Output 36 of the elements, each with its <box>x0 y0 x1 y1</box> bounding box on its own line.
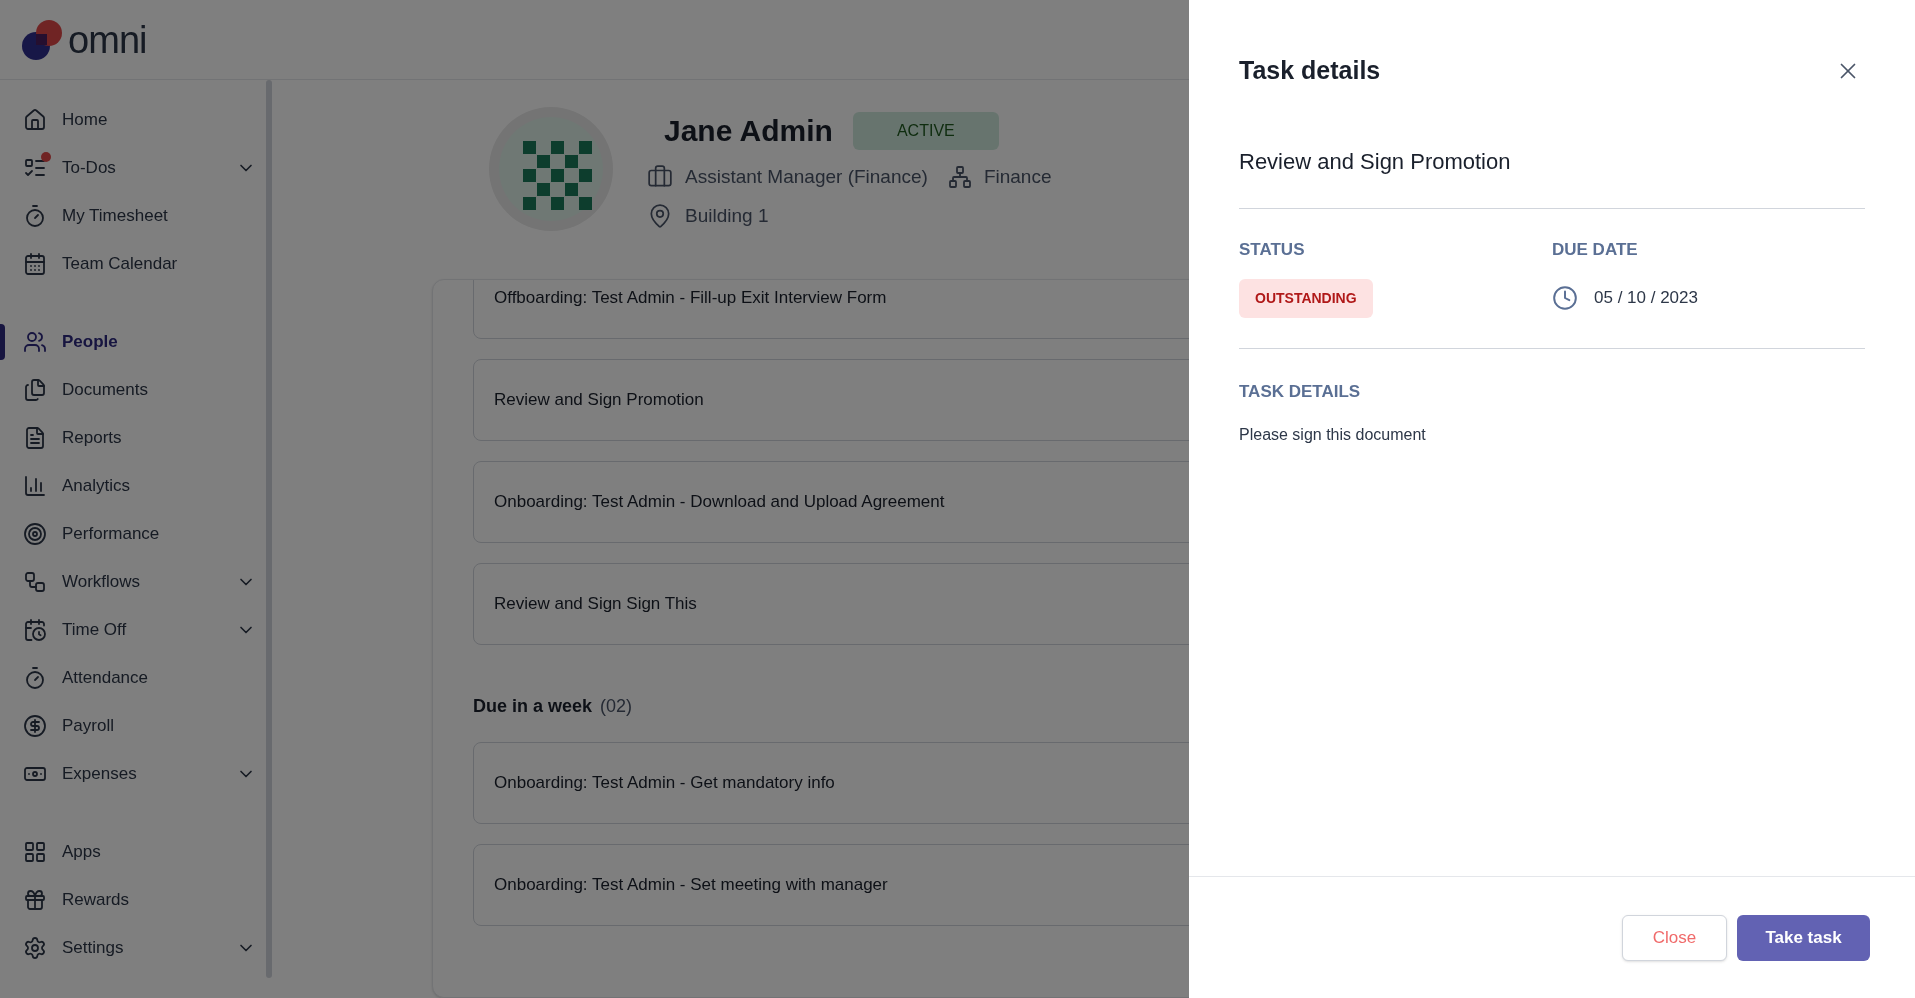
panel-title: Task details <box>1239 55 1381 86</box>
location: Building 1 <box>685 203 769 228</box>
settings-icon <box>23 936 47 960</box>
calendar-clock-icon <box>23 618 47 642</box>
brand-name: omni <box>68 20 147 59</box>
task-description: Please sign this document <box>1239 424 1427 445</box>
gift-icon <box>23 888 47 912</box>
hierarchy-icon <box>947 165 972 190</box>
group-title: Due in a week <box>473 695 593 718</box>
employee-name: Jane Admin <box>664 113 833 149</box>
close-button[interactable]: Close <box>1622 914 1727 961</box>
dollar-icon <box>23 714 47 738</box>
bar-chart-icon <box>23 474 47 498</box>
stopwatch-icon <box>23 204 47 228</box>
target-icon <box>23 522 47 546</box>
home-icon <box>23 108 47 132</box>
stopwatch-icon <box>23 666 47 690</box>
task-title: Review and Sign Promotion <box>1239 147 1512 176</box>
document-icon <box>23 426 47 450</box>
field-label: DUE DATE <box>1552 238 1638 261</box>
due-date: 05 / 10 / 2023 <box>1594 287 1698 310</box>
grid-icon <box>23 840 47 864</box>
group-count: (02) <box>600 695 633 718</box>
field-label: STATUS <box>1239 238 1305 261</box>
field-label: TASK DETAILS <box>1239 381 1362 403</box>
workflow-icon <box>23 570 47 594</box>
logo-icon <box>20 17 64 62</box>
status-badge: ACTIVE <box>852 111 999 150</box>
calendar-icon <box>23 252 47 276</box>
job-title: Assistant Manager (Finance) <box>685 165 928 189</box>
clock-icon <box>1552 285 1578 311</box>
department: Finance <box>983 165 1052 189</box>
documents-icon <box>23 378 47 402</box>
status-badge: OUTSTANDING <box>1239 279 1373 318</box>
people-icon <box>23 330 47 354</box>
take-task-button[interactable]: Take task <box>1737 914 1870 961</box>
